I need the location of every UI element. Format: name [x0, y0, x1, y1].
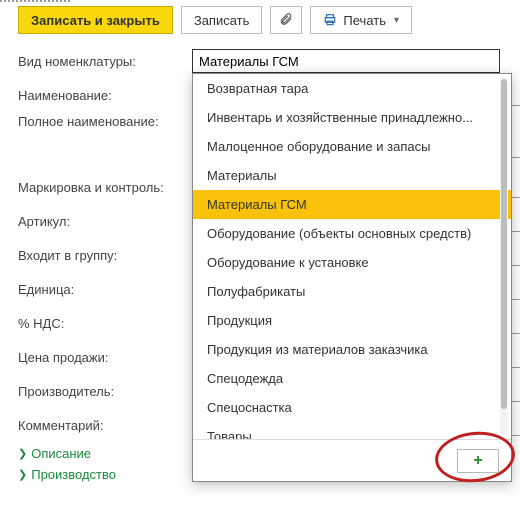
dropdown-item[interactable]: Малоценное оборудование и запасы: [193, 132, 511, 161]
dropdown-scroll-thumb[interactable]: [501, 79, 507, 409]
expander-description-label: Описание: [31, 446, 91, 461]
save-and-close-button[interactable]: Записать и закрыть: [18, 6, 173, 34]
label-kind: Вид номенклатуры:: [18, 54, 192, 69]
save-button[interactable]: Записать: [181, 6, 263, 34]
label-article: Артикул:: [18, 214, 192, 229]
attach-button[interactable]: [270, 6, 302, 34]
chevron-right-icon: ❯: [18, 447, 27, 460]
window-tab-indicator: [0, 0, 70, 2]
label-group: Входит в группу:: [18, 248, 192, 263]
dropdown-item[interactable]: Спецодежда: [193, 364, 511, 393]
dropdown-item[interactable]: Материалы: [193, 161, 511, 190]
chevron-down-icon: ▾: [394, 15, 399, 26]
expander-production-label: Производство: [31, 467, 116, 482]
row-kind: Вид номенклатуры: Возвратная тараИнвента…: [18, 46, 520, 76]
dropdown-item[interactable]: Спецоснастка: [193, 393, 511, 422]
form: Вид номенклатуры: Возвратная тараИнвента…: [0, 40, 520, 482]
dropdown-item[interactable]: Возвратная тара: [193, 74, 511, 103]
dropdown-item[interactable]: Оборудование к установке: [193, 248, 511, 277]
print-button-label: Печать: [343, 13, 386, 28]
kind-combo[interactable]: Возвратная тараИнвентарь и хозяйственные…: [192, 49, 520, 73]
dropdown-item[interactable]: Оборудование (объекты основных средств): [193, 219, 511, 248]
dropdown-item[interactable]: Материалы ГСМ: [193, 190, 511, 219]
label-name: Наименование:: [18, 88, 192, 103]
kind-dropdown: Возвратная тараИнвентарь и хозяйственные…: [192, 73, 512, 482]
label-producer: Производитель:: [18, 384, 192, 399]
dropdown-item[interactable]: Продукция из материалов заказчика: [193, 335, 511, 364]
print-button[interactable]: Печать ▾: [310, 6, 412, 34]
label-comment: Комментарий:: [18, 418, 192, 433]
dropdown-item[interactable]: Инвентарь и хозяйственные принадлежно...: [193, 103, 511, 132]
label-unit: Единица:: [18, 282, 192, 297]
kind-input[interactable]: [192, 49, 500, 73]
dropdown-item[interactable]: Продукция: [193, 306, 511, 335]
label-full-name: Полное наименование:: [18, 114, 192, 129]
label-vat: % НДС:: [18, 316, 192, 331]
label-sale-price: Цена продажи:: [18, 350, 192, 365]
paperclip-icon: [279, 12, 293, 29]
add-item-button[interactable]: +: [457, 449, 499, 473]
label-marking: Маркировка и контроль:: [18, 180, 192, 195]
printer-icon: [323, 13, 337, 27]
dropdown-item[interactable]: Товары: [193, 422, 511, 439]
chevron-right-icon: ❯: [18, 468, 27, 481]
toolbar: Записать и закрыть Записать Печать ▾: [0, 0, 520, 40]
dropdown-item[interactable]: Полуфабрикаты: [193, 277, 511, 306]
kind-dropdown-list: Возвратная тараИнвентарь и хозяйственные…: [193, 74, 511, 439]
dropdown-footer: +: [193, 439, 511, 481]
dropdown-scrollbar[interactable]: [500, 77, 508, 435]
